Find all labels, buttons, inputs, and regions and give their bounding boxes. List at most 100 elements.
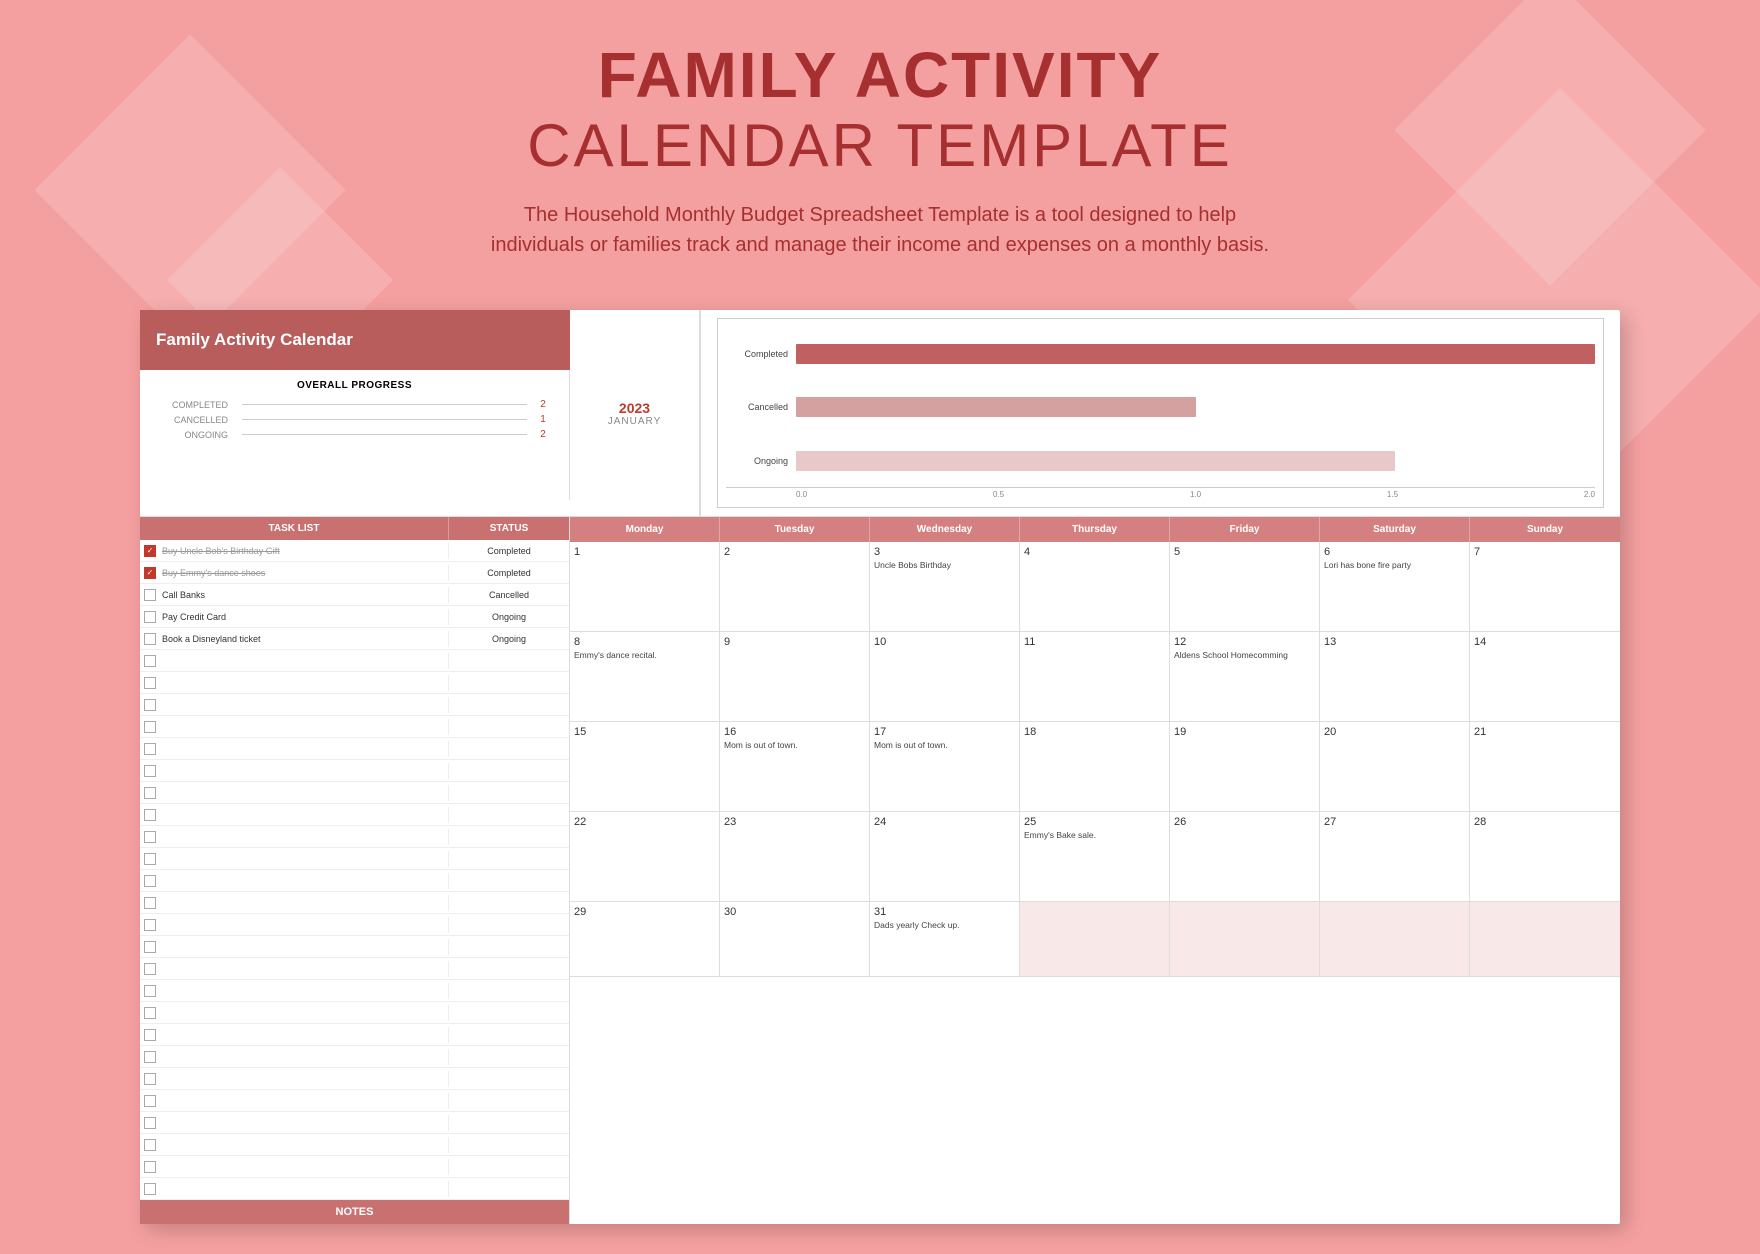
task-status: [449, 989, 569, 993]
task-row-data: [140, 1181, 449, 1197]
task-row-data: Call Banks: [140, 587, 449, 603]
task-row-empty: [140, 826, 569, 848]
task-row: Call Banks Cancelled: [140, 584, 569, 606]
task-row-data: [140, 719, 449, 735]
cal-cell-3: 3Uncle Bobs Birthday: [870, 542, 1020, 632]
task-row-empty: [140, 1090, 569, 1112]
cal-day-saturday: Saturday: [1320, 517, 1470, 542]
calendar-grid: 1 2 3Uncle Bobs Birthday 4 5 6Lori has b…: [570, 542, 1620, 977]
task-row-data: [140, 851, 449, 867]
task-checkbox[interactable]: [144, 589, 156, 601]
task-checkbox[interactable]: [144, 941, 156, 953]
cal-cell-20: 20: [1320, 722, 1470, 812]
task-row-empty: [140, 1178, 569, 1200]
cal-cell-18: 18: [1020, 722, 1170, 812]
task-checkbox[interactable]: [144, 919, 156, 931]
x-axis-0: 0.0: [796, 490, 807, 499]
task-status: [449, 681, 569, 685]
cal-day-monday: Monday: [570, 517, 720, 542]
task-status: [449, 1187, 569, 1191]
empty-rows-container: [140, 650, 569, 1200]
task-checkbox[interactable]: [144, 809, 156, 821]
task-checkbox[interactable]: [144, 1029, 156, 1041]
task-row-data: [140, 939, 449, 955]
task-checkbox[interactable]: [144, 1073, 156, 1085]
task-status: [449, 1121, 569, 1125]
task-status: [449, 747, 569, 751]
task-row-data: Pay Credit Card: [140, 609, 449, 625]
cal-cell-23: 23: [720, 812, 870, 902]
task-text: Pay Credit Card: [162, 612, 226, 622]
task-checkbox[interactable]: [144, 1161, 156, 1173]
task-checkbox[interactable]: [144, 699, 156, 711]
page-header: FAMILY ACTIVITY CALENDAR TEMPLATE The Ho…: [0, 0, 1760, 280]
task-checkbox[interactable]: [144, 1139, 156, 1151]
cal-day-tuesday: Tuesday: [720, 517, 870, 542]
task-row-data: ✓ Buy Emmy's dance shoes: [140, 565, 449, 581]
task-checkbox[interactable]: [144, 963, 156, 975]
task-row-empty: [140, 958, 569, 980]
task-row-data: [140, 1159, 449, 1175]
task-row-data: Book a Disneyland ticket: [140, 631, 449, 647]
cal-cell-17: 17Mom is out of town.: [870, 722, 1020, 812]
task-checkbox[interactable]: [144, 985, 156, 997]
completed-value: 2: [533, 399, 553, 410]
task-row-data: [140, 697, 449, 713]
task-checkbox[interactable]: [144, 1051, 156, 1063]
task-status: [449, 813, 569, 817]
page-subtitle: The Household Monthly Budget Spreadsheet…: [480, 200, 1280, 260]
task-row-empty: [140, 738, 569, 760]
task-checkbox[interactable]: [144, 1117, 156, 1129]
task-checkbox[interactable]: [144, 875, 156, 887]
cancelled-label: CANCELLED: [156, 415, 236, 425]
task-checkbox[interactable]: [144, 721, 156, 733]
task-checkbox[interactable]: ✓: [144, 545, 156, 557]
task-checkbox[interactable]: [144, 1007, 156, 1019]
completed-label: COMPLETED: [156, 400, 236, 410]
task-row: ✓ Buy Emmy's dance shoes Completed: [140, 562, 569, 584]
task-checkbox[interactable]: [144, 765, 156, 777]
cal-cell-22: 22: [570, 812, 720, 902]
task-row-data: [140, 785, 449, 801]
progress-cancelled: CANCELLED 1: [156, 414, 553, 425]
cal-cell-29: 29: [570, 902, 720, 977]
task-row: ✓ Buy Uncle Bob's Birthday Gift Complete…: [140, 540, 569, 562]
task-row-data: [140, 1027, 449, 1043]
task-text: Call Banks: [162, 590, 205, 600]
task-checkbox[interactable]: [144, 743, 156, 755]
task-row-data: [140, 807, 449, 823]
cal-cell-14: 14: [1470, 632, 1620, 722]
completed-line: [242, 404, 527, 405]
task-checkbox[interactable]: [144, 1183, 156, 1195]
chart-bar-row-completed: [796, 340, 1595, 368]
task-status: [449, 967, 569, 971]
cancelled-value: 1: [533, 414, 553, 425]
task-status: [449, 659, 569, 663]
main-section: TASK LIST STATUS ✓ Buy Uncle Bob's Birth…: [140, 517, 1620, 1224]
task-row-data: [140, 983, 449, 999]
cal-cell-4: 4: [1020, 542, 1170, 632]
task-row-empty: [140, 1002, 569, 1024]
calendar-header: Monday Tuesday Wednesday Thursday Friday…: [570, 517, 1620, 542]
task-checkbox[interactable]: [144, 655, 156, 667]
task-checkbox[interactable]: [144, 1095, 156, 1107]
task-checkbox[interactable]: ✓: [144, 567, 156, 579]
chart-bar-row-ongoing: [796, 447, 1595, 475]
task-checkbox[interactable]: [144, 853, 156, 865]
cal-cell-12: 12Aldens School Homecomming: [1170, 632, 1320, 722]
task-checkbox[interactable]: [144, 633, 156, 645]
cal-cell-26: 26: [1170, 812, 1320, 902]
progress-completed: COMPLETED 2: [156, 399, 553, 410]
chart-panel: Completed Cancelled Ongoing: [700, 310, 1620, 516]
task-checkbox[interactable]: [144, 831, 156, 843]
task-checkbox[interactable]: [144, 677, 156, 689]
left-panel: Family Activity Calendar OVERALL PROGRES…: [140, 310, 570, 516]
cal-cell-9: 9: [720, 632, 870, 722]
task-checkbox[interactable]: [144, 611, 156, 623]
task-checkbox[interactable]: [144, 897, 156, 909]
task-checkbox[interactable]: [144, 787, 156, 799]
cal-cell-empty-2: [1170, 902, 1320, 977]
task-status: [449, 791, 569, 795]
ongoing-label: ONGOING: [156, 430, 236, 440]
page-title-line1: FAMILY ACTIVITY: [20, 40, 1740, 110]
